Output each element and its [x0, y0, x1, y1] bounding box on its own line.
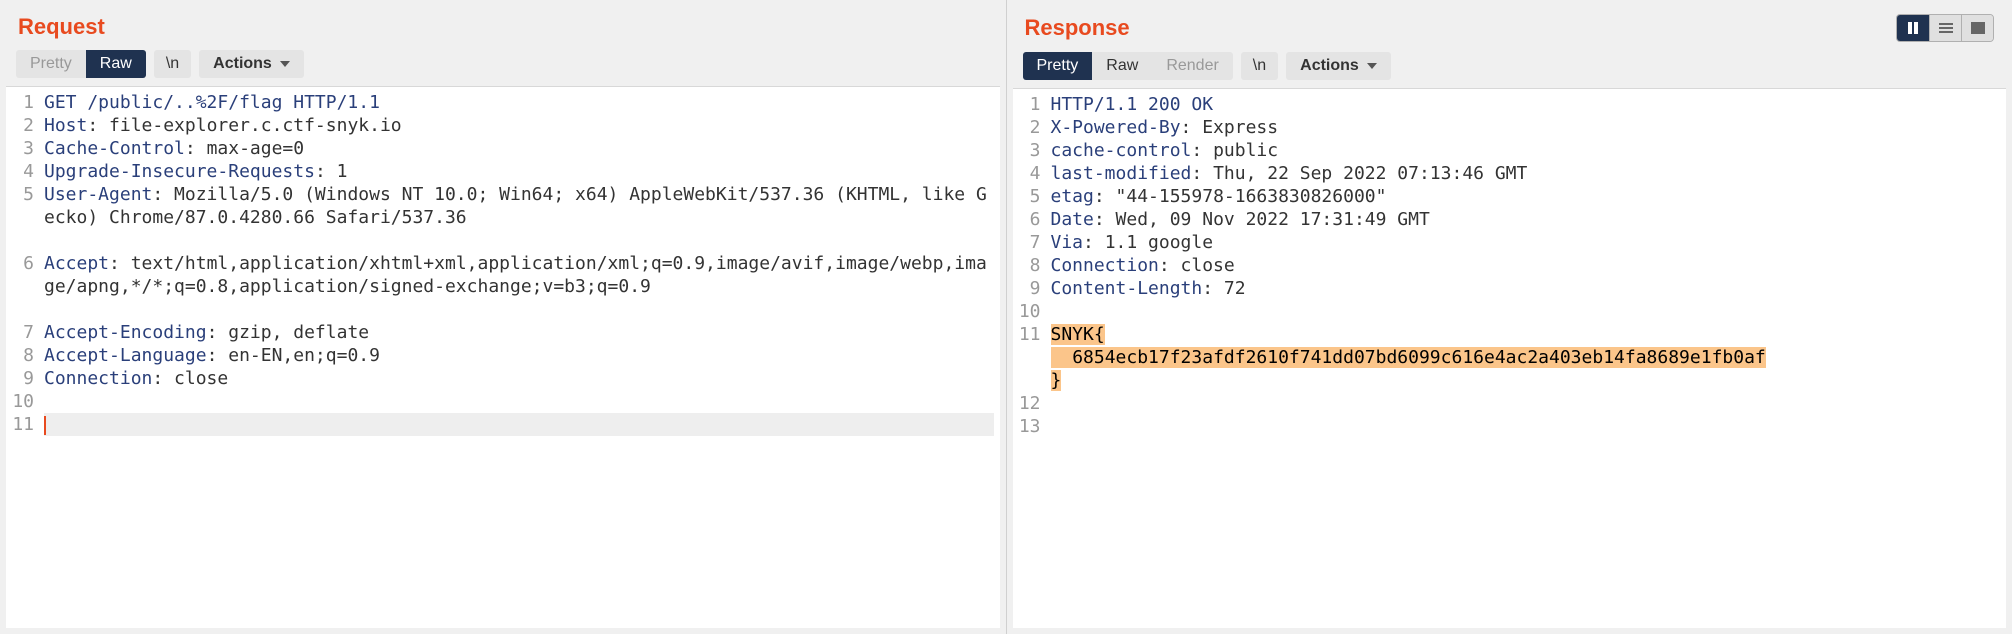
- chevron-down-icon: [1367, 63, 1377, 69]
- response-code[interactable]: HTTP/1.1 200 OKX-Powered-By: Expresscach…: [1047, 89, 2007, 438]
- response-header: Response: [1007, 0, 2012, 52]
- request-editor[interactable]: 1234567891011 GET /public/..%2F/flag HTT…: [6, 86, 1000, 628]
- request-title: Request: [18, 14, 105, 40]
- rows-icon: [1939, 23, 1953, 33]
- layout-rows-button[interactable]: [1929, 15, 1961, 41]
- layout-switcher: [1896, 14, 1994, 42]
- actions-label: Actions: [213, 55, 272, 73]
- request-view-tabs: Pretty Raw: [16, 50, 146, 78]
- layout-columns-button[interactable]: [1897, 15, 1929, 41]
- tab-raw[interactable]: Raw: [86, 50, 146, 78]
- tab-pretty[interactable]: Pretty: [1023, 52, 1093, 80]
- request-gutter: 1234567891011: [6, 87, 40, 436]
- actions-button[interactable]: Actions: [199, 50, 304, 78]
- response-toolbar: Pretty Raw Render \n Actions: [1007, 52, 2012, 88]
- request-code[interactable]: GET /public/..%2F/flag HTTP/1.1Host: fil…: [40, 87, 1000, 436]
- response-title: Response: [1025, 15, 1130, 41]
- layout-single-button[interactable]: [1961, 15, 1993, 41]
- newline-toggle[interactable]: \n: [154, 50, 191, 78]
- request-header: Request: [0, 0, 1006, 50]
- response-view-tabs: Pretty Raw Render: [1023, 52, 1233, 80]
- tab-raw[interactable]: Raw: [1092, 52, 1152, 80]
- response-gutter: 12345678910111213: [1013, 89, 1047, 438]
- tab-pretty[interactable]: Pretty: [16, 50, 86, 78]
- newline-toggle[interactable]: \n: [1241, 52, 1278, 80]
- request-toolbar: Pretty Raw \n Actions: [0, 50, 1006, 86]
- request-panel: Request Pretty Raw \n Actions 1234567891…: [0, 0, 1007, 634]
- block-icon: [1971, 22, 1985, 34]
- columns-icon: [1908, 22, 1918, 34]
- response-editor[interactable]: 12345678910111213 HTTP/1.1 200 OKX-Power…: [1013, 88, 2007, 628]
- chevron-down-icon: [280, 61, 290, 67]
- tab-render[interactable]: Render: [1152, 52, 1232, 80]
- actions-button[interactable]: Actions: [1286, 52, 1391, 80]
- response-panel: Response Pretty Raw Render \n Actions 12…: [1007, 0, 2012, 634]
- actions-label: Actions: [1300, 57, 1359, 75]
